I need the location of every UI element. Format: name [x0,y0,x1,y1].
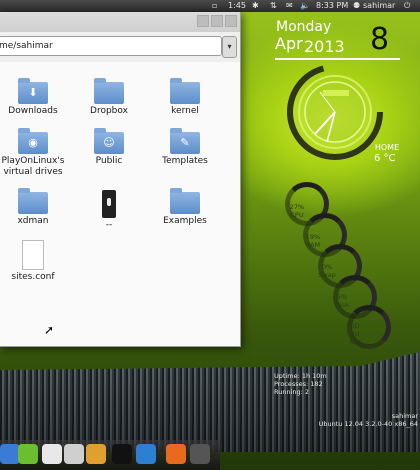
file-item-xdman[interactable]: xdman [0,188,68,227]
file-manager-window: me/sahimar ▾ ⬇ Downloads Dropbox kernel … [0,12,241,347]
ram-gauge-label: RAM [305,241,321,249]
file-label: PlayOnLinux's virtual drives [1,156,65,177]
processes-text: Processes: 182 [274,380,323,388]
minimize-button[interactable] [197,15,209,27]
dock-app-icon[interactable] [18,444,38,464]
file-label: sites.conf [11,272,55,282]
window-titlebar[interactable] [0,12,240,32]
panel-username[interactable]: sahimar [363,1,395,11]
address-dropdown-button[interactable]: ▾ [222,36,237,58]
templates-folder-icon: ✎ [170,128,200,154]
playonlinux-folder-icon: ◉ [18,128,48,154]
widget-date: 8 [370,22,390,57]
text-file-icon [22,240,44,270]
disk-gauge-label: Disk [335,301,349,309]
file-item-templates[interactable]: ✎ Templates [150,128,220,167]
dock-app-icon[interactable] [136,444,156,464]
net-up-value: 0U [350,330,360,338]
dock-app-icon[interactable] [190,444,210,464]
file-label: -- [105,220,113,230]
weather-temperature: 6 °C [374,153,396,164]
system-info: sahimar Ubuntu 12.04 3.2.0-40 x86_64 [296,412,418,428]
cpu-gauge-label: CPU [290,211,304,219]
disk-gauge-value: 5% [336,293,348,301]
file-item-examples[interactable]: Examples [150,188,220,227]
widget-month: Apr [275,34,303,53]
public-folder-icon: ☺ [94,128,124,154]
folder-icon [170,78,200,104]
file-item-kernel[interactable]: kernel [150,78,220,117]
ram-gauge-value: 19% [305,233,321,241]
file-label: Templates [162,156,208,166]
file-label: Examples [163,216,207,226]
close-button[interactable] [225,15,237,27]
file-label: kernel [171,106,199,116]
hostname-text: sahimar [391,412,418,420]
folder-icon [170,188,200,214]
dock-app-icon[interactable] [166,444,186,464]
folder-icon [18,188,48,214]
system-stats: Uptime: 1h 10m Processes: 182 Running: 2 [274,372,327,396]
mouse-pointer-icon: ➚ [44,323,55,337]
panel-time-indicator[interactable]: 1:45 [228,1,246,11]
file-item-public[interactable]: ☺ Public [74,128,144,167]
dock-app-icon[interactable] [112,444,132,464]
file-item-sites-conf[interactable]: sites.conf [0,240,68,283]
uptime-text: Uptime: 1h 10m [274,372,327,380]
net-down-value: 0D [350,322,360,330]
maximize-button[interactable] [211,15,223,27]
file-label: xdman [17,216,49,226]
file-item-locked[interactable]: -- [74,190,144,231]
lock-file-icon [102,190,116,218]
net-gauge-label: Net [349,338,361,346]
window-button-icon[interactable]: ▫ [212,1,217,11]
volume-icon[interactable]: 🔈 [300,1,310,11]
os-text: Ubuntu 12.04 3.2.0-40 x86_64 [318,420,418,428]
swap-gauge-value: 0% [321,263,333,271]
widget-day: Monday [276,19,332,35]
downloads-folder-icon: ⬇ [18,78,48,104]
bluetooth-icon[interactable]: ✱ [252,1,259,11]
file-view: ⬇ Downloads Dropbox kernel ◉ PlayOnLinux… [0,62,240,346]
running-text: Running: 2 [274,388,310,396]
cpu-gauge-value: 27% [289,203,305,211]
swap-gauge-label: Swap [318,271,336,279]
panel-clock[interactable]: 8:33 PM [316,1,348,11]
widget-year: 2013 [304,37,345,56]
user-icon[interactable]: ⚉ [353,1,360,11]
folder-icon [94,78,124,104]
network-icon[interactable]: ⇅ [270,1,277,11]
file-label: Downloads [8,106,58,116]
top-panel: ▫ 1:45 ✱ ⇅ ✉ 🔈 8:33 PM ⚉ sahimar ⏻ [0,0,420,12]
file-label: Public [95,156,123,166]
dock-app-icon[interactable] [42,444,62,464]
dock-app-icon[interactable] [86,444,106,464]
dock-app-icon[interactable] [0,444,20,464]
dock-app-icon[interactable] [64,444,84,464]
power-icon[interactable]: ⏻ [404,1,410,11]
file-item-playonlinux[interactable]: ◉ PlayOnLinux's virtual drives [0,128,68,178]
file-item-downloads[interactable]: ⬇ Downloads [0,78,68,117]
widget-divider [275,58,400,60]
address-bar[interactable]: me/sahimar [0,36,222,56]
file-label: Dropbox [90,106,128,116]
mail-icon[interactable]: ✉ [286,1,293,11]
weather-location: HOME [374,143,400,152]
file-item-dropbox[interactable]: Dropbox [74,78,144,117]
